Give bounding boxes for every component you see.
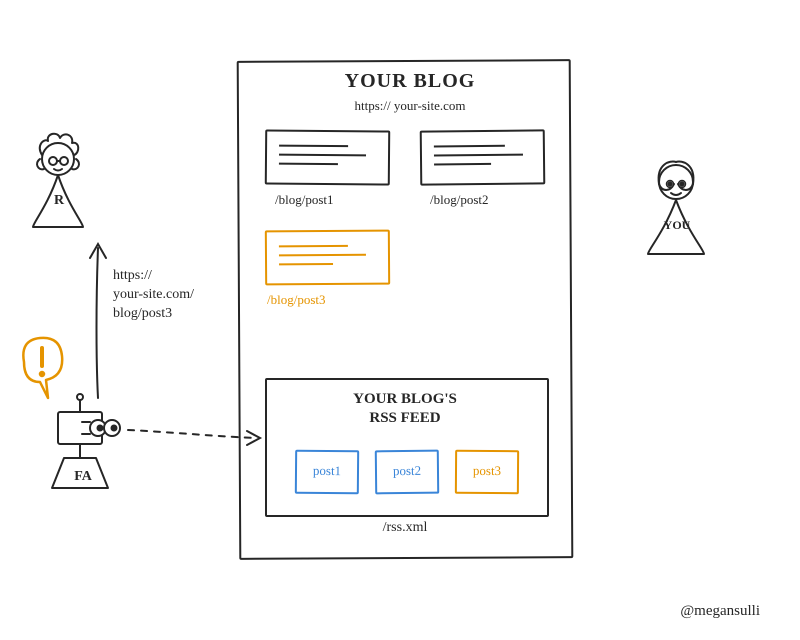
blog-url: https:// your-site.com xyxy=(310,98,510,114)
notification-arrow-icon xyxy=(90,244,106,398)
you-label: YOU xyxy=(660,218,694,233)
post-card-3 xyxy=(265,230,390,286)
rss-path-label: /rss.xml xyxy=(340,520,470,536)
post-label-2: /blog/post2 xyxy=(430,192,560,208)
rss-item-1: post1 xyxy=(295,450,359,495)
reader-icon xyxy=(33,134,83,227)
alert-speech-bubble-icon xyxy=(23,338,62,398)
post-card-1 xyxy=(265,129,390,185)
rss-title-line2: RSS FEED xyxy=(369,410,440,426)
notify-line1: https:// xyxy=(113,268,152,283)
post-label-1: /blog/post1 xyxy=(275,192,405,208)
rss-item-3: post3 xyxy=(455,450,519,494)
post-label-3: /blog/post3 xyxy=(267,292,397,308)
post-card-2 xyxy=(420,129,546,185)
blog-title: YOUR BLOG xyxy=(340,70,480,93)
rss-title-line1: YOUR BLOG'S xyxy=(353,391,457,407)
notify-line2: your-site.com/ xyxy=(113,287,194,302)
rss-title: YOUR BLOG'S RSS FEED xyxy=(265,390,545,428)
robot-label: FA xyxy=(70,469,96,485)
reader-label: R xyxy=(49,193,69,209)
watch-arrow-icon xyxy=(128,430,255,438)
notify-line3: blog/post3 xyxy=(113,306,172,321)
signature: @megansulli xyxy=(680,603,760,620)
rss-item-2: post2 xyxy=(375,450,439,495)
notification-url: https:// your-site.com/ blog/post3 xyxy=(113,267,253,324)
you-icon xyxy=(648,162,704,254)
